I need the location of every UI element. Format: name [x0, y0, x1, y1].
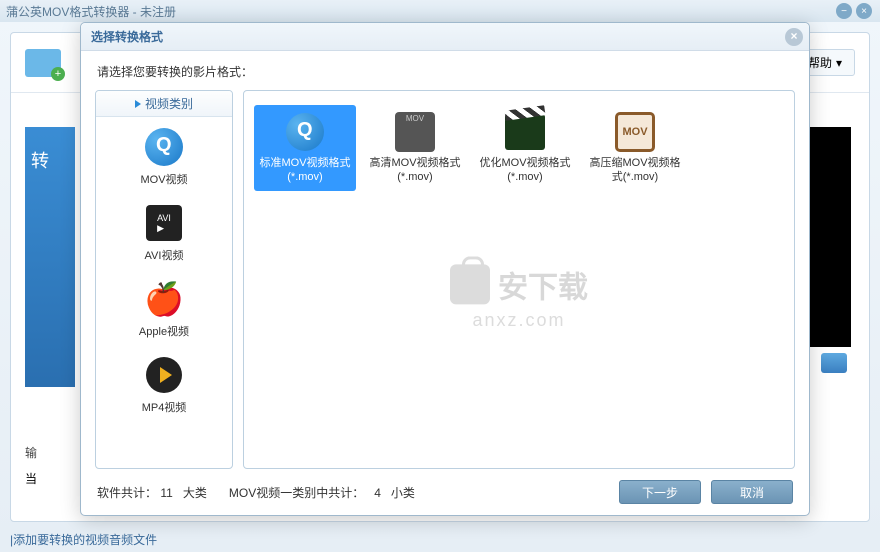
format-optimized-mov[interactable]: 优化MOV视频格式(*.mov) — [474, 105, 576, 191]
bag-icon — [450, 264, 490, 304]
dialog-instruction: 请选择您要转换的影片格式： — [81, 51, 809, 90]
format-hd-mov[interactable]: 高清MOV视频格式(*.mov) — [364, 105, 466, 191]
category-mp4[interactable]: MP4视频 — [96, 345, 232, 421]
category-header: 视频类别 — [96, 91, 232, 117]
dialog-footer: 软件共计： 11 大类 MOV视频一类别中共计： 4 小类 下一步 取消 — [81, 469, 809, 515]
quicktime-icon — [286, 113, 324, 151]
current-label: 当 — [25, 470, 37, 487]
apple-icon: 🍎 — [144, 279, 184, 319]
dialog-title-bar: 选择转换格式 × — [81, 23, 809, 51]
category-apple[interactable]: 🍎 Apple视频 — [96, 269, 232, 345]
window-title: 蒲公英MOV格式转换器 - 未注册 — [6, 3, 176, 20]
category-panel: 视频类别 MOV视频 AVI▶ AVI视频 🍎 Apple视频 MP4视频 — [95, 90, 233, 469]
play-icon — [135, 100, 141, 108]
quicktime-icon — [145, 128, 183, 166]
minimize-icon[interactable]: − — [836, 3, 852, 19]
watermark: 安下载 — [450, 262, 588, 306]
film-icon — [395, 112, 435, 152]
add-file-icon[interactable] — [25, 49, 61, 77]
cancel-button[interactable]: 取消 — [711, 480, 793, 504]
title-bar: 蒲公英MOV格式转换器 - 未注册 − × — [0, 0, 880, 22]
format-panel: 标准MOV视频格式(*.mov) 高清MOV视频格式(*.mov) 优化MOV视… — [243, 90, 795, 469]
output-label: 输 — [25, 444, 37, 461]
status-tip: 添加要转换的视频音频文件 — [13, 533, 157, 547]
category-mov[interactable]: MOV视频 — [96, 117, 232, 193]
dialog-title: 选择转换格式 — [91, 28, 163, 45]
sub-stat: MOV视频一类别中共计： 4 小类 — [229, 484, 415, 501]
format-compressed-mov[interactable]: MOV 高压缩MOV视频格式(*.mov) — [584, 105, 686, 191]
compress-icon: MOV — [615, 112, 655, 152]
clapper-icon — [505, 114, 545, 150]
format-standard-mov[interactable]: 标准MOV视频格式(*.mov) — [254, 105, 356, 191]
next-button[interactable]: 下一步 — [619, 480, 701, 504]
help-label: 帮助 — [808, 54, 832, 71]
chevron-down-icon: ▾ — [836, 56, 842, 70]
folder-icon[interactable] — [821, 353, 847, 373]
mp4-icon — [146, 357, 182, 393]
total-stat: 软件共计： 11 大类 — [97, 484, 207, 501]
format-select-dialog: 选择转换格式 × 请选择您要转换的影片格式： 视频类别 MOV视频 AVI▶ A… — [80, 22, 810, 516]
dialog-close-icon[interactable]: × — [785, 28, 803, 46]
close-icon[interactable]: × — [856, 3, 872, 19]
category-avi[interactable]: AVI▶ AVI视频 — [96, 193, 232, 269]
promo-banner: 转 — [25, 127, 75, 387]
avi-icon: AVI▶ — [146, 205, 182, 241]
status-bar: |添加要转换的视频音频文件 — [10, 531, 157, 548]
watermark-sub: anxz.com — [472, 310, 565, 331]
